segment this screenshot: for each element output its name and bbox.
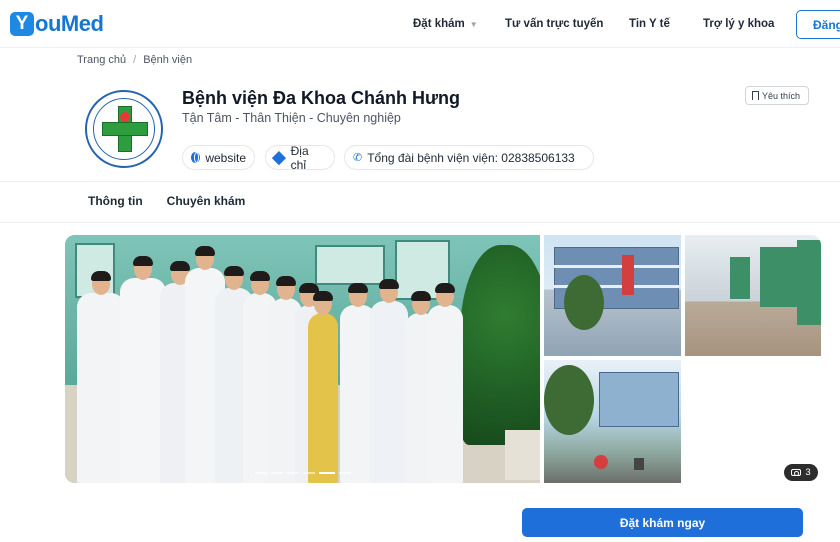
hospital-logo: [85, 90, 163, 168]
address-chip[interactable]: Địa chỉ: [265, 143, 335, 172]
login-button[interactable]: Đăng: [796, 10, 840, 39]
logo-mark: Y: [10, 12, 34, 36]
logo-wordmark: ouMed: [35, 11, 104, 36]
nav-item-tro-ly[interactable]: Trợ lý y khoa: [703, 0, 774, 48]
photo-building: [599, 372, 679, 427]
photo-green-door: [760, 247, 798, 307]
breadcrumb-current[interactable]: Bệnh viện: [143, 54, 192, 66]
breadcrumb-home[interactable]: Trang chủ: [77, 54, 126, 66]
photo-person: [308, 291, 338, 483]
photo-count-badge[interactable]: 3: [784, 464, 818, 481]
photo-count: 3: [805, 467, 811, 478]
heart-icon: [120, 112, 130, 122]
gallery-thumbnail-corridor[interactable]: [685, 235, 821, 356]
nav-item-tin-y-te[interactable]: Tin Y tế: [629, 0, 670, 48]
youmed-logo[interactable]: Y ouMed: [10, 9, 104, 39]
photo-person: [370, 279, 408, 483]
photo-person: [77, 271, 125, 483]
nav-item-label: Trợ lý y khoa: [703, 18, 775, 30]
gallery-main-photo[interactable]: [65, 235, 540, 483]
medical-cross-bar: [102, 122, 148, 136]
hospital-name: Bệnh viện Đa Khoa Chánh Hưng: [182, 88, 461, 108]
nav-item-label: Tin Y tế: [629, 18, 670, 30]
address-label: Địa chỉ: [290, 143, 309, 172]
nav-item-tu-van[interactable]: Tư vấn trực tuyến: [505, 0, 603, 48]
breadcrumb-separator: /: [133, 54, 137, 66]
website-chip[interactable]: website: [182, 145, 255, 170]
photo-pot: [505, 430, 540, 480]
photo-green-door: [797, 240, 821, 325]
phone-icon: ✆: [353, 152, 363, 164]
photo-green-door: [730, 257, 750, 299]
tab-chuyen-kham[interactable]: Chuyên khám: [167, 194, 246, 208]
location-diamond-icon: [271, 150, 286, 165]
favorite-button[interactable]: Yêu thích: [745, 86, 809, 105]
hospital-page: Y ouMed Đặt khám ▼ Tư vấn trực tuyến Tin…: [0, 0, 840, 542]
nav-item-dat-kham[interactable]: Đặt khám ▼: [413, 0, 478, 48]
hotline-chip[interactable]: ✆ Tổng đài bệnh viện viện: 02838506133: [344, 145, 594, 170]
content-tabs: Thông tin Chuyên khám: [88, 194, 269, 208]
website-label: website: [205, 150, 246, 165]
slide-dot[interactable]: [271, 472, 283, 474]
camera-icon: [791, 469, 802, 476]
nav-item-label: Tư vấn trực tuyến: [505, 18, 604, 30]
hospital-slogan: Tận Tâm - Thân Thiện - Chuyên nghiệp: [182, 111, 401, 125]
bookmark-icon: [752, 91, 759, 100]
gallery-thumbnail-street[interactable]: [544, 360, 681, 483]
nav-item-label: Đặt khám: [413, 18, 465, 30]
breadcrumb: Trang chủ / Bệnh viện: [77, 54, 192, 66]
photo-tree: [544, 365, 594, 435]
slide-indicator: [255, 472, 355, 474]
slide-dot[interactable]: [339, 472, 351, 474]
photo-tree: [564, 275, 604, 330]
favorite-label: Yêu thích: [762, 90, 801, 101]
photo-motorbike: [634, 458, 644, 470]
hotline-label: Tổng đài bệnh viện viện: 02838506133: [367, 150, 575, 165]
photo-window: [315, 245, 385, 285]
photo-stripe: [554, 265, 679, 268]
tab-thong-tin[interactable]: Thông tin: [88, 194, 143, 208]
book-now-button[interactable]: Đặt khám ngay: [522, 508, 803, 537]
photo-sign: [622, 255, 634, 295]
globe-icon: [191, 152, 201, 163]
top-navigation-bar: Y ouMed Đặt khám ▼ Tư vấn trực tuyến Tin…: [0, 0, 840, 48]
photo-person: [427, 283, 463, 483]
slide-dot[interactable]: [255, 472, 267, 474]
chevron-down-icon: ▼: [469, 19, 478, 29]
divider: [0, 222, 840, 223]
slide-dot[interactable]: [287, 472, 299, 474]
slide-dot-active[interactable]: [319, 472, 335, 474]
photo-motorbike: [594, 455, 608, 469]
gallery-thumbnail-building[interactable]: [544, 235, 681, 356]
divider: [0, 181, 840, 182]
photo-plant: [460, 245, 540, 445]
slide-dot[interactable]: [303, 472, 315, 474]
